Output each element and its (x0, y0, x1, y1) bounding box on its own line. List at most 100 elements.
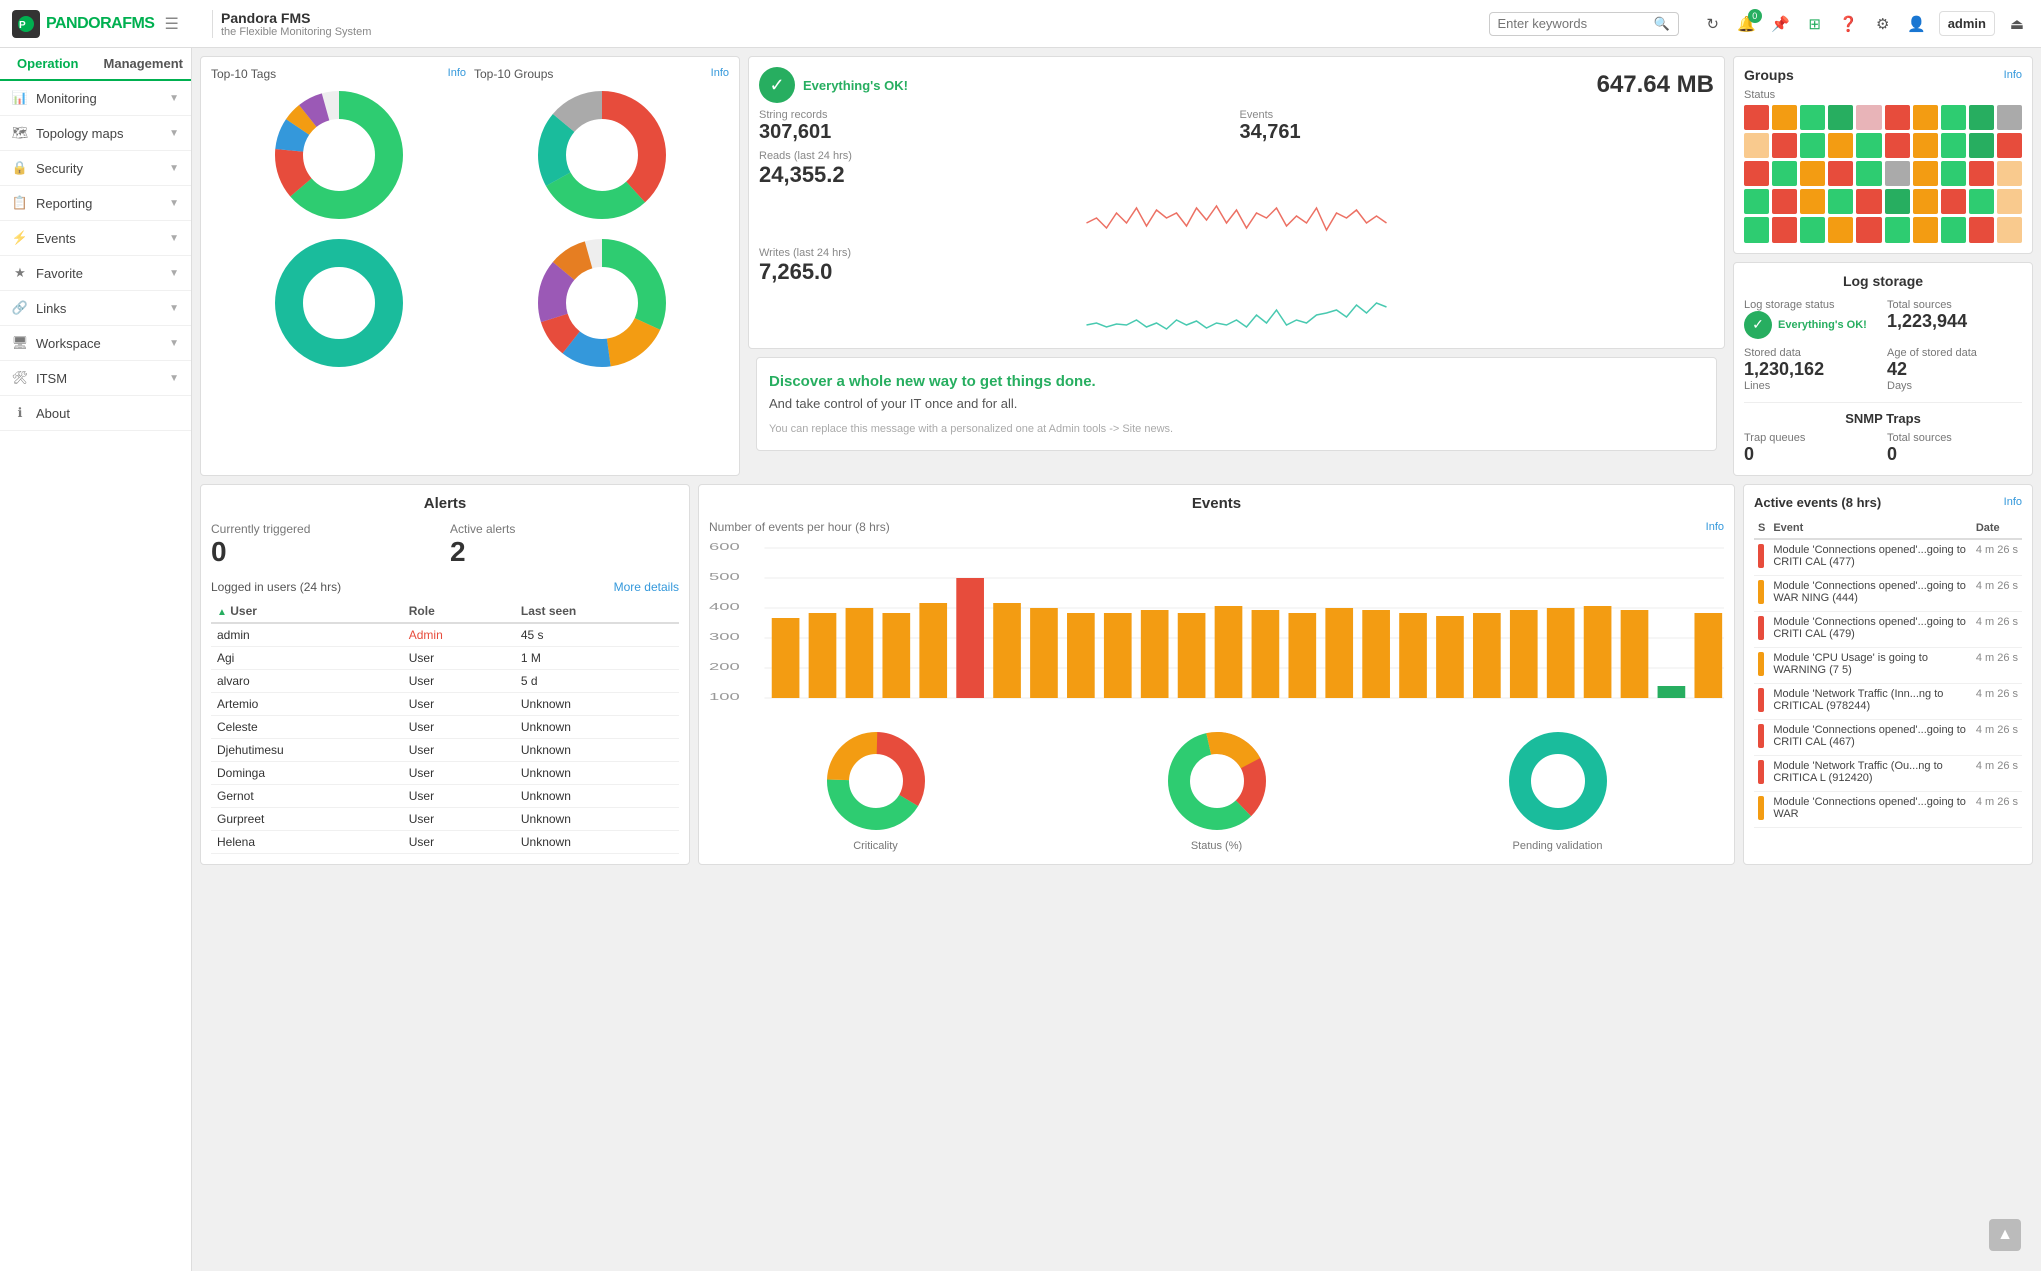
top-groups-svg (532, 85, 672, 225)
sidebar-item-topology[interactable]: 🗺 Topology maps ▼ (0, 116, 191, 151)
col-role: Role (403, 600, 515, 623)
heatmap-cell (1828, 217, 1853, 242)
pin-icon[interactable]: 📌 (1769, 12, 1793, 36)
donuts-panel: Top-10 Tags Info (200, 56, 740, 476)
sidebar-item-monitoring[interactable]: 📊 Monitoring ▼ (0, 81, 191, 116)
severity-indicator (1758, 760, 1764, 784)
sidebar-item-events[interactable]: ⚡ Events ▼ (0, 221, 191, 256)
notification-icon[interactable]: 🔔0 (1735, 12, 1759, 36)
sidebar-item-about[interactable]: ℹ About (0, 396, 191, 431)
search-input[interactable] (1498, 16, 1648, 31)
sidebar-item-security[interactable]: 🔒 Security ▼ (0, 151, 191, 186)
favorite-icon: ★ (12, 265, 28, 281)
user-role: User (403, 738, 515, 761)
user-role: User (403, 761, 515, 784)
severity-indicator (1758, 616, 1764, 640)
string-records-value: 307,601 (759, 121, 1234, 144)
stats-panel: ✓ Everything's OK! 647.64 MB String reco… (748, 56, 1725, 349)
main-content: Top-10 Tags Info (192, 48, 2041, 1271)
events-info-link[interactable]: Info (1706, 521, 1724, 533)
collapse-icon[interactable]: ☰ (164, 14, 178, 34)
grid-icon[interactable]: ⊞ (1803, 12, 1827, 36)
reads-chart (759, 188, 1714, 238)
ae-event-text: Module 'Connections opened'...going to C… (1769, 719, 1971, 755)
more-details-link[interactable]: More details (614, 580, 679, 594)
events-per-hour-label: Number of events per hour (8 hrs) (709, 520, 890, 534)
chevron-down-icon: ▼ (169, 198, 179, 209)
tags-donut-2-svg (269, 233, 409, 373)
ae-event-time: 4 m 26 s (1972, 755, 2022, 791)
chevron-down-icon: ▼ (169, 128, 179, 139)
svg-text:400: 400 (709, 601, 740, 612)
list-item: Module 'Connections opened'...going to W… (1754, 791, 2022, 827)
log-ok-text: Everything's OK! (1778, 319, 1867, 331)
links-icon: 🔗 (12, 300, 28, 316)
logged-users-section: Logged in users (24 hrs) More details (211, 580, 679, 594)
topbar: P PANDORAFMS ☰ Pandora FMS the Flexible … (0, 0, 2041, 48)
status-ok-row: ✓ Everything's OK! 647.64 MB (759, 67, 1714, 103)
help-icon[interactable]: ❓ (1837, 12, 1861, 36)
ae-event-text: Module 'Network Traffic (Inn...ng to CRI… (1769, 683, 1971, 719)
sidebar-item-itsm[interactable]: 🛠 ITSM ▼ (0, 361, 191, 396)
pending-validation-label: Pending validation (1513, 840, 1603, 852)
heatmap-cell (1828, 133, 1853, 158)
user-icon[interactable]: 👤 (1905, 12, 1929, 36)
heatmap-cell (1856, 133, 1881, 158)
table-row: DjehutimesuUserUnknown (211, 738, 679, 761)
heatmap-cell (1969, 105, 1994, 130)
user-role: User (403, 692, 515, 715)
top-groups-donut-top: Top-10 Groups Info (474, 67, 729, 225)
tab-management[interactable]: Management (96, 48, 192, 79)
sidebar-label-about: About (36, 406, 70, 421)
heatmap-cell (1828, 189, 1853, 214)
age-value: 42 (1887, 359, 2022, 380)
topology-icon: 🗺 (12, 125, 28, 141)
heatmap-cell (1800, 133, 1825, 158)
sidebar-item-links[interactable]: 🔗 Links ▼ (0, 291, 191, 326)
ae-event-text: Module 'Connections opened'...going to W… (1769, 575, 1971, 611)
total-sources-label: Total sources (1887, 299, 2022, 311)
app-subtitle: the Flexible Monitoring System (221, 26, 371, 38)
tab-operation[interactable]: Operation (0, 48, 96, 81)
sidebar-item-workspace[interactable]: 🖥 Workspace ▼ (0, 326, 191, 361)
logo-area: P PANDORAFMS ☰ (12, 10, 202, 38)
logout-icon[interactable]: ⏏ (2005, 12, 2029, 36)
settings-icon[interactable]: ⚙ (1871, 12, 1895, 36)
search-box[interactable]: 🔍 (1489, 12, 1679, 36)
sidebar-label-events: Events (36, 231, 76, 246)
back-to-top-button[interactable]: ▲ (1989, 1219, 2021, 1251)
svg-text:300: 300 (709, 631, 740, 642)
refresh-icon[interactable]: ↻ (1701, 12, 1725, 36)
reporting-icon: 📋 (12, 195, 28, 211)
groups-info[interactable]: Info (2004, 69, 2022, 81)
search-icon[interactable]: 🔍 (1654, 16, 1670, 32)
heatmap-cell (1800, 189, 1825, 214)
log-total-sources-col: Total sources 1,223,944 (1887, 299, 2022, 339)
alerts-title: Alerts (211, 495, 679, 512)
heatmap-cell (1969, 189, 1994, 214)
user-menu[interactable]: admin (1939, 11, 1995, 36)
events-count-value: 34,761 (1240, 121, 1715, 144)
table-row: GernotUserUnknown (211, 784, 679, 807)
top-groups-info[interactable]: Info (711, 67, 729, 81)
sidebar-item-reporting[interactable]: 📋 Reporting ▼ (0, 186, 191, 221)
heatmap-cell (1913, 105, 1938, 130)
heatmap-cell (1969, 217, 1994, 242)
ae-info-link[interactable]: Info (2004, 496, 2022, 508)
ae-col-s: S (1754, 518, 1769, 539)
col-user: ▲ User (211, 600, 403, 623)
severity-indicator (1758, 580, 1764, 604)
heatmap-cell (1997, 189, 2022, 214)
ae-severity-cell (1754, 647, 1769, 683)
ae-severity-cell (1754, 683, 1769, 719)
svg-text:600: 600 (709, 541, 740, 552)
log-status-row: ✓ Everything's OK! (1744, 311, 1879, 339)
heatmap-cell (1913, 189, 1938, 214)
events-count-label: Events (1240, 109, 1715, 121)
notification-badge: 0 (1748, 9, 1762, 23)
sidebar-item-favorite[interactable]: ★ Favorite ▼ (0, 256, 191, 291)
top-tags-info[interactable]: Info (448, 67, 466, 81)
active-alerts-stat: Active alerts 2 (450, 522, 679, 568)
disk-space-value: 647.64 MB (1597, 71, 1714, 99)
heatmap-cell (1772, 189, 1797, 214)
